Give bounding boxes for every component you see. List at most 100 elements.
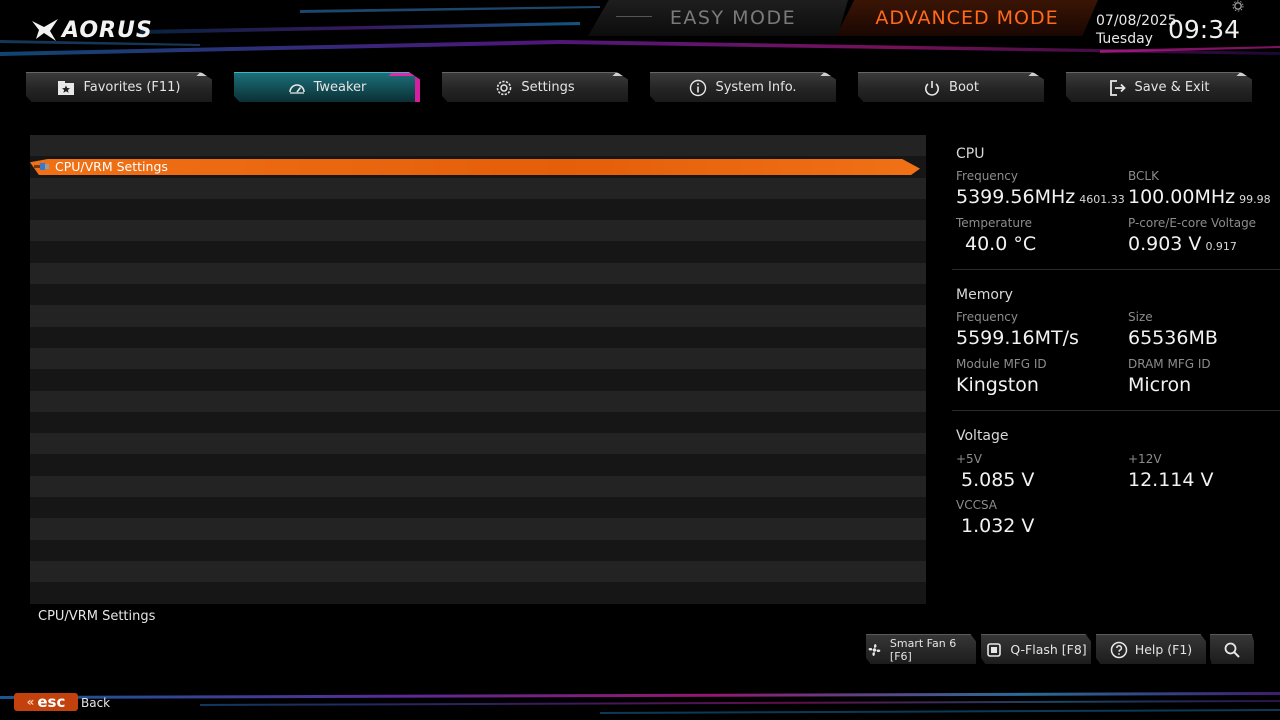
list-row [30,326,926,348]
list-row [30,369,926,391]
footer-stripes [0,692,1280,714]
cpu-temp-value: 40.0 °C [965,233,1037,255]
aorus-logo: AORUS [30,16,153,44]
info-icon [690,79,707,96]
tab-label: Settings [521,80,575,95]
module-mfg-value: Kingston [956,374,1039,396]
falcon-icon [32,19,58,41]
footer-decoration [0,690,1280,720]
smart-fan-button[interactable]: Smart Fan 6 [F6] [866,634,976,664]
tab-boot[interactable]: Boot [858,72,1044,102]
cpu-frequency-label: Frequency [956,169,1018,183]
core-voltage-value: 0.903 V 0.917 [1128,233,1237,255]
clock: 09:34 [1168,15,1241,44]
back-label: Back [81,696,111,710]
easy-mode-label: EASY MODE [669,7,797,29]
list-row [30,433,926,455]
cpu-frequency-main: 5399.56MHz [956,186,1076,208]
tab-save-exit[interactable]: Save & Exit [1066,72,1252,102]
esc-back-button[interactable]: « esc [14,693,78,711]
vccsa-label: VCCSA [956,498,998,512]
list-row [30,198,926,221]
list-row [30,284,926,306]
esc-label: esc [37,693,66,711]
menu-item-cpu-vrm-settings[interactable]: CPU/VRM Settings [55,159,168,175]
tab-favorites[interactable]: Favorites (F11) [26,72,212,102]
v5-label: +5V [956,452,982,466]
list-row [30,582,926,604]
list-row [30,518,926,540]
help-icon [1110,641,1128,658]
double-chevron-left-icon: « [26,695,35,709]
cpu-section-title: CPU [956,146,985,162]
settings-list [30,135,926,604]
memory-size-label: Size [1128,310,1153,324]
list-row [30,497,926,519]
dram-mfg-label: DRAM MFG ID [1128,357,1211,371]
date: 07/08/2025 [1096,13,1177,29]
search-icon [1224,642,1240,658]
advanced-mode-label: ADVANCED MODE [875,7,1059,29]
clock-settings-icon[interactable] [1232,0,1244,12]
power-icon [925,80,939,96]
tab-label: System Info. [715,80,797,95]
list-row [30,135,926,157]
easy-mode-button[interactable]: EASY MODE [588,0,848,36]
bclk-value: 100.00MHz 99.98 [1128,186,1271,208]
tab-label: Favorites (F11) [83,80,181,95]
decorative-dash [616,16,652,17]
bclk-sub: 99.98 [1239,193,1271,206]
bclk-main: 100.00MHz [1128,186,1236,208]
section-divider [952,269,1280,270]
bclk-label: BCLK [1128,169,1159,183]
v12-value: 12.114 V [1128,469,1214,491]
list-row [30,241,926,263]
list-row [30,177,926,199]
qflash-button[interactable]: Q-Flash [F8] [981,634,1091,664]
memory-size-value: 65536MB [1128,327,1218,349]
list-row [30,220,926,242]
fan-icon [868,643,881,656]
list-row [30,539,926,561]
weekday: Tuesday [1096,31,1153,47]
star-folder-icon [58,80,75,95]
smart-fan-label: Smart Fan 6 [F6] [889,636,957,663]
list-row [30,347,926,370]
tab-settings[interactable]: Settings [442,72,628,102]
help-button[interactable]: Help (F1) [1096,634,1206,664]
module-mfg-label: Module MFG ID [956,357,1047,371]
gauge-icon [288,83,305,94]
list-row [30,305,926,327]
chip-icon [987,642,1002,657]
tab-tweaker[interactable]: Tweaker [234,72,420,102]
voltage-section-title: Voltage [956,428,1009,444]
dram-mfg-value: Micron [1128,374,1192,396]
submenu-marker-icon [34,163,49,170]
tab-label: Tweaker [313,80,367,95]
vccsa-value: 1.032 V [961,515,1035,537]
memory-section-title: Memory [956,287,1013,303]
main-tabs: Favorites (F11) Tweaker Settings System … [26,72,1256,104]
list-row [30,262,926,285]
core-voltage-label: P-core/E-core Voltage [1128,216,1257,230]
brand-name: AORUS [62,17,153,43]
memory-frequency-label: Frequency [956,310,1018,324]
memory-frequency-value: 5599.16MT/s [956,327,1079,349]
gear-icon [497,80,512,95]
section-divider [952,410,1280,411]
v5-value: 5.085 V [961,469,1035,491]
search-button[interactable] [1210,634,1254,664]
advanced-mode-button[interactable]: ADVANCED MODE [836,0,1098,36]
tab-label: Save & Exit [1134,80,1210,95]
cpu-frequency-sub: 4601.33 [1079,193,1125,206]
help-label: Help (F1) [1134,642,1193,657]
list-row [30,390,926,412]
tab-system-info[interactable]: System Info. [650,72,836,102]
date-block: 07/08/2025 Tuesday [1096,12,1177,48]
tab-label: Boot [949,80,979,95]
item-description: CPU/VRM Settings [38,609,156,624]
list-row [30,560,926,583]
cpu-frequency-value: 5399.56MHz 4601.33 [956,186,1125,208]
v12-label: +12V [1128,452,1162,466]
qflash-label: Q-Flash [F8] [1010,642,1087,657]
